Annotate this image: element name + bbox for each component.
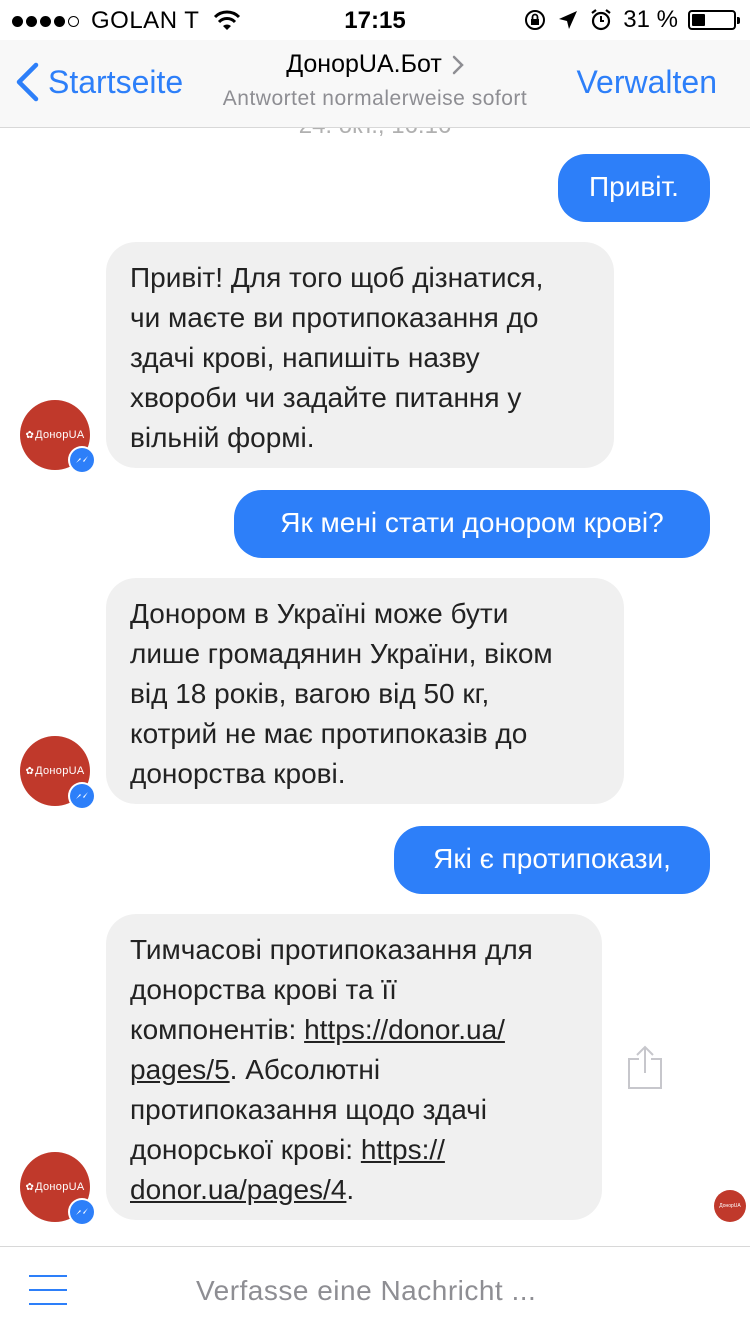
incoming-message[interactable]: Донором в Україні може бути лише громадя… [106, 578, 624, 804]
incoming-message[interactable]: Привіт! Для того щоб дізнатися, чи маєте… [106, 242, 614, 468]
read-receipt-avatar: ДонорUA [714, 1190, 746, 1222]
message-line: донорства крові та її [130, 974, 397, 1005]
manage-button[interactable]: Verwalten [576, 64, 717, 101]
message-line: donor.ua/pages/4. [130, 1174, 355, 1205]
flower-icon: ✿ [25, 1181, 35, 1193]
message-line: хвороби чи задайте питання у [130, 382, 522, 413]
menu-icon[interactable] [29, 1275, 67, 1305]
avatar-label: ДонорUA [35, 1181, 85, 1193]
avatar-label: ДонорUA [35, 429, 85, 441]
status-right: 31 % [523, 6, 740, 34]
navigation-bar: Startseite ДонорUA.Бот Antwortet normale… [0, 40, 750, 128]
chat-title: ДонорUA.Бот [286, 50, 442, 78]
messenger-badge-icon [68, 446, 96, 474]
message-composer: Verfasse eine Nachricht ... [0, 1246, 750, 1334]
battery-icon [688, 10, 740, 30]
outgoing-message[interactable]: Які є протипокази, [394, 826, 710, 894]
link-pages-5[interactable]: https://donor.ua/ [304, 1014, 505, 1045]
outgoing-message[interactable]: Привіт. [558, 154, 710, 222]
message-line: чи маєте ви протипоказання до [130, 302, 539, 333]
message-line: донорства крові. [130, 758, 346, 789]
flower-icon: ✿ [25, 429, 35, 441]
share-icon[interactable] [626, 1045, 664, 1091]
flower-icon: ✿ [25, 765, 35, 777]
message-input[interactable]: Verfasse eine Nachricht ... [196, 1275, 536, 1307]
avatar-label: ДонорUA [35, 765, 85, 777]
incoming-message[interactable]: Тимчасові протипоказання для донорства к… [106, 914, 602, 1220]
message-line: Привіт! Для того щоб дізнатися, [130, 262, 544, 293]
status-bar: GOLAN T 17:15 31 % [0, 0, 750, 40]
link-pages-4[interactable]: https:// [361, 1134, 445, 1165]
link-pages-4-cont[interactable]: donor.ua/pages/4 [130, 1174, 346, 1205]
alarm-icon [591, 9, 611, 31]
message-line: pages/5. Абсолютні [130, 1054, 381, 1085]
message-line: котрий не має протипоказів до [130, 718, 528, 749]
message-line: компонентів: https://donor.ua/ [130, 1014, 505, 1045]
message-line: донорської крові: https:// [130, 1134, 445, 1165]
messenger-badge-icon [68, 782, 96, 810]
messenger-badge-icon [68, 1198, 96, 1226]
location-icon [559, 11, 578, 29]
outgoing-message[interactable]: Як мені стати донором крові? [234, 490, 710, 558]
read-receipt-label: ДонорUA [719, 1203, 741, 1209]
message-line: здачі крові, напишіть назву [130, 342, 480, 373]
chevron-right-icon [452, 55, 464, 74]
message-line: від 18 років, вагою від 50 кг, [130, 678, 490, 709]
message-line: Донором в Україні може бути [130, 598, 509, 629]
link-pages-5-cont[interactable]: pages/5 [130, 1054, 230, 1085]
orientation-lock-icon [525, 10, 546, 30]
message-line: Тимчасові протипоказання для [130, 934, 533, 965]
message-line: протипоказання щодо здачі [130, 1094, 487, 1125]
message-line: лише громадянин України, віком [130, 638, 553, 669]
battery-percent: 31 % [623, 6, 678, 33]
message-line: вільній формі. [130, 422, 315, 453]
